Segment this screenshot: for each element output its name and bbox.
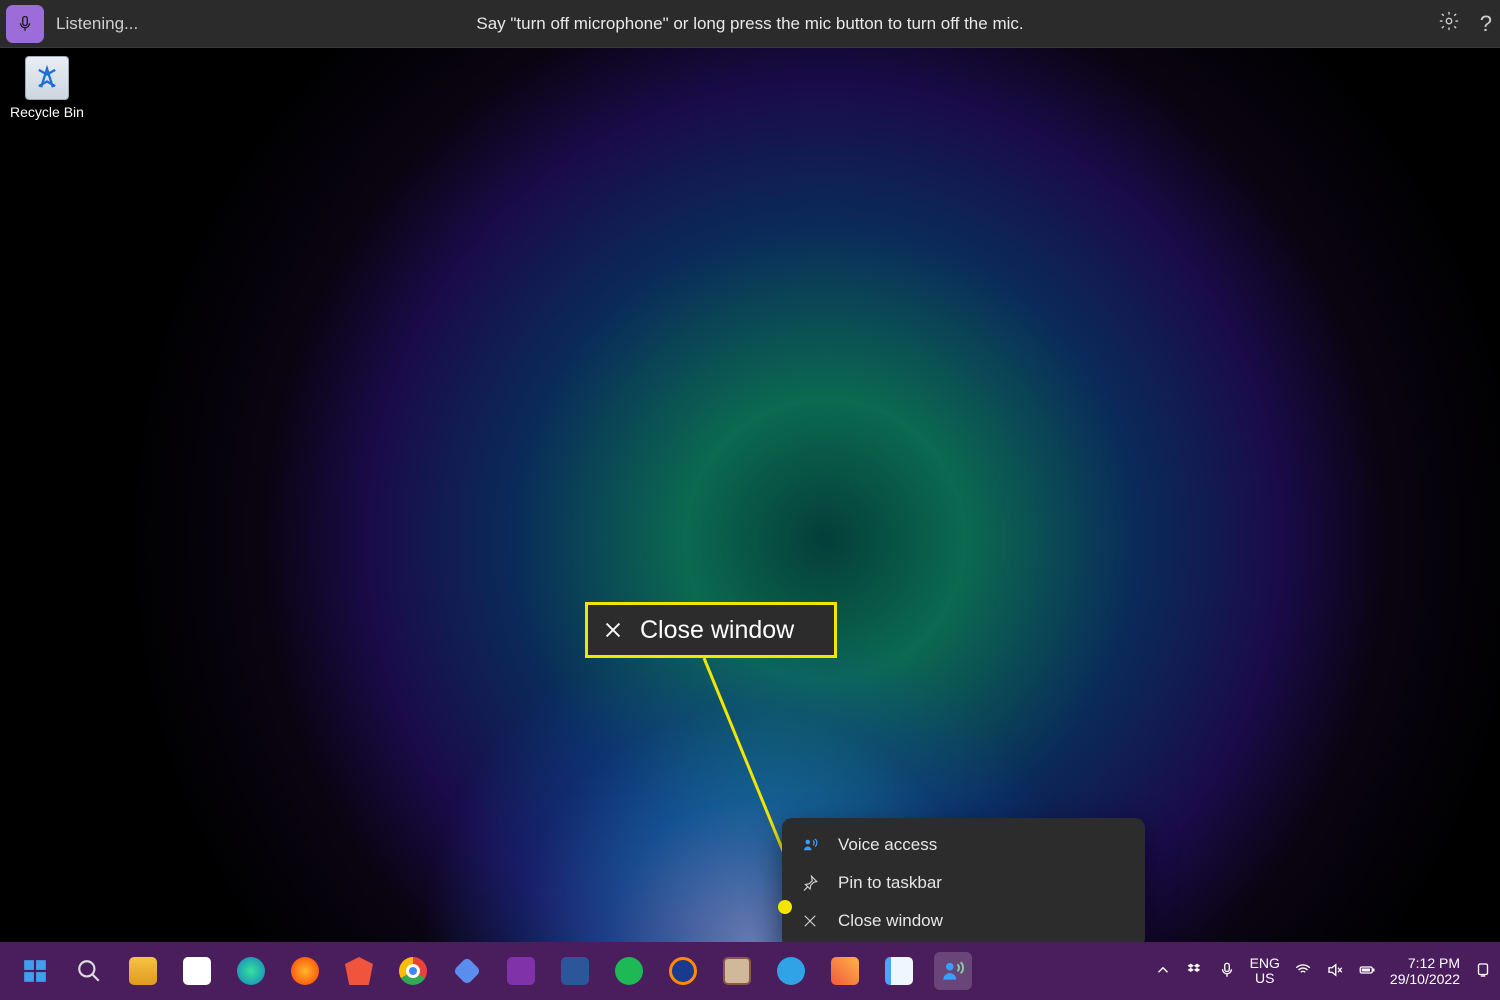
close-icon bbox=[602, 619, 624, 641]
context-item-pin-to-taskbar[interactable]: Pin to taskbar bbox=[782, 864, 1145, 902]
taskbar-app-todo[interactable] bbox=[448, 952, 486, 990]
dropbox-icon bbox=[1186, 961, 1204, 979]
tray-microphone[interactable] bbox=[1218, 961, 1236, 982]
powertoys-icon bbox=[831, 957, 859, 985]
tray-notifications[interactable] bbox=[1474, 961, 1492, 982]
notepad-icon bbox=[885, 957, 913, 985]
context-item-label: Close window bbox=[838, 911, 943, 931]
taskbar-app-telegram[interactable] bbox=[772, 952, 810, 990]
voice-hint-text: Say "turn off microphone" or long press … bbox=[476, 14, 1023, 34]
onenote-icon bbox=[507, 957, 535, 985]
gear-icon bbox=[1438, 10, 1460, 32]
clock-date: 29/10/2022 bbox=[1390, 971, 1460, 987]
tray-dropbox[interactable] bbox=[1186, 961, 1204, 982]
taskbar-app-audacity[interactable] bbox=[664, 952, 702, 990]
tray-battery[interactable] bbox=[1358, 961, 1376, 982]
taskbar-app-edge[interactable] bbox=[232, 952, 270, 990]
folder-icon bbox=[129, 957, 157, 985]
taskbar-app-voice-access[interactable] bbox=[934, 952, 972, 990]
language-indicator[interactable]: ENG US bbox=[1250, 956, 1280, 987]
microphone-icon bbox=[16, 15, 34, 33]
taskbar-app-spotify[interactable] bbox=[610, 952, 648, 990]
voice-status-text: Listening... bbox=[56, 14, 138, 34]
edge-icon bbox=[237, 957, 265, 985]
callout-target-dot bbox=[778, 900, 792, 914]
taskbar-app-onenote[interactable] bbox=[502, 952, 540, 990]
callout-close-window: Close window bbox=[585, 602, 837, 658]
brave-icon bbox=[345, 957, 373, 985]
notion-icon bbox=[183, 957, 211, 985]
windows-icon bbox=[22, 958, 48, 984]
recycle-bin[interactable]: Recycle Bin bbox=[8, 56, 86, 120]
bell-icon bbox=[1474, 961, 1492, 979]
language-line2: US bbox=[1250, 971, 1280, 986]
clock-time: 7:12 PM bbox=[1390, 955, 1460, 971]
taskbar-context-menu: Voice access Pin to taskbar Close window bbox=[782, 818, 1145, 948]
search-button[interactable] bbox=[70, 952, 108, 990]
language-line1: ENG bbox=[1250, 956, 1280, 971]
taskbar-app-clipboard[interactable] bbox=[718, 952, 756, 990]
voice-access-icon bbox=[940, 958, 966, 984]
taskbar: ENG US 7:12 PM 29/10/2022 bbox=[0, 942, 1500, 1000]
tray-chevron[interactable] bbox=[1154, 961, 1172, 982]
chrome-icon bbox=[399, 957, 427, 985]
volume-mute-icon bbox=[1326, 961, 1344, 979]
clipboard-icon bbox=[723, 957, 751, 985]
telegram-icon bbox=[777, 957, 805, 985]
taskbar-app-firefox[interactable] bbox=[286, 952, 324, 990]
context-item-voice-access[interactable]: Voice access bbox=[782, 826, 1145, 864]
tray-wifi[interactable] bbox=[1294, 961, 1312, 982]
desktop[interactable]: Recycle Bin Close window Voice access Pi… bbox=[0, 48, 1500, 942]
taskbar-app-word[interactable] bbox=[556, 952, 594, 990]
microphone-button[interactable] bbox=[6, 5, 44, 43]
wifi-icon bbox=[1294, 961, 1312, 979]
battery-icon bbox=[1358, 961, 1376, 979]
taskbar-app-chrome[interactable] bbox=[394, 952, 432, 990]
taskbar-app-file-explorer[interactable] bbox=[124, 952, 162, 990]
search-icon bbox=[76, 958, 102, 984]
headphones-icon bbox=[669, 957, 697, 985]
taskbar-app-notepad[interactable] bbox=[880, 952, 918, 990]
word-icon bbox=[561, 957, 589, 985]
recycle-bin-icon bbox=[25, 56, 69, 100]
todo-icon bbox=[453, 957, 481, 985]
taskbar-apps bbox=[16, 952, 972, 990]
context-item-label: Pin to taskbar bbox=[838, 873, 942, 893]
pin-icon bbox=[800, 873, 820, 893]
settings-button[interactable] bbox=[1438, 10, 1460, 37]
context-item-close-window[interactable]: Close window bbox=[782, 902, 1145, 940]
clock[interactable]: 7:12 PM 29/10/2022 bbox=[1390, 955, 1460, 987]
start-button[interactable] bbox=[16, 952, 54, 990]
firefox-icon bbox=[291, 957, 319, 985]
callout-label: Close window bbox=[640, 616, 794, 645]
taskbar-app-powertoys[interactable] bbox=[826, 952, 864, 990]
tray-volume[interactable] bbox=[1326, 961, 1344, 982]
recycle-bin-label: Recycle Bin bbox=[8, 104, 86, 120]
taskbar-app-notion[interactable] bbox=[178, 952, 216, 990]
context-item-label: Voice access bbox=[838, 835, 937, 855]
chevron-up-icon bbox=[1154, 961, 1172, 979]
spotify-icon bbox=[615, 957, 643, 985]
help-button[interactable]: ? bbox=[1480, 11, 1492, 37]
close-icon bbox=[800, 911, 820, 931]
voice-access-bar: Listening... Say "turn off microphone" o… bbox=[0, 0, 1500, 48]
microphone-icon bbox=[1218, 961, 1236, 979]
voice-access-icon bbox=[800, 835, 820, 855]
taskbar-app-brave[interactable] bbox=[340, 952, 378, 990]
